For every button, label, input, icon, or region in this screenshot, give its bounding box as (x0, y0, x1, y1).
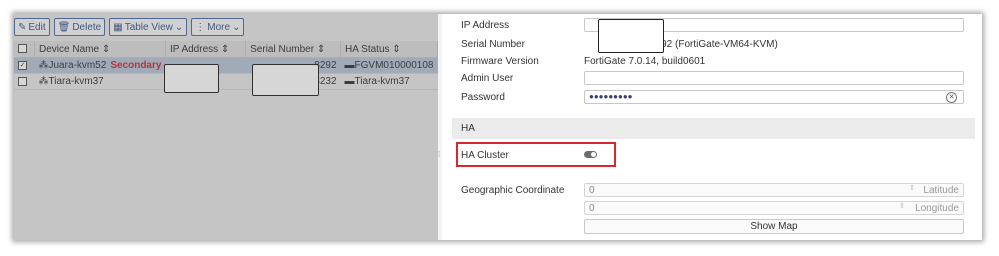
more-label: More (207, 21, 231, 33)
device-table: Device Name ⇕ IP Address ⇕ Serial Number… (14, 41, 438, 90)
cluster-icon: ⁂ (38, 60, 49, 71)
chevron-down-icon: ⌄ (174, 21, 184, 33)
firmware-version-value: FortiGate 7.0.14, build0601 (584, 56, 706, 67)
ha-status-cell: ▬Tiara-kvm37 (340, 73, 438, 90)
admin-user-label: Admin User (461, 73, 514, 84)
select-all-checkbox[interactable] (18, 44, 27, 54)
edit-label: Edit (28, 21, 46, 33)
password-label: Password (461, 92, 505, 103)
device-icon: ▬ (344, 60, 355, 71)
sort-icon: ⇕ (101, 43, 111, 55)
select-all-checkbox-cell[interactable] (14, 41, 35, 58)
app-window: ✎ Edit 🗑 Delete ▦ Table View ⌄ ⋮ More ⌄ (14, 14, 982, 240)
sort-icon: ⇕ (316, 43, 326, 55)
delete-label: Delete (72, 21, 102, 33)
ip-address-label: IP Address (461, 20, 510, 31)
trash-icon: 🗑 (57, 21, 71, 33)
serial-number-label: Serial Number (461, 39, 525, 50)
device-name-cell[interactable]: ⁂Juara-kvm52 Secondary (34, 57, 166, 74)
row-checkbox[interactable] (18, 76, 27, 86)
redaction-box (598, 19, 664, 53)
redaction-box (252, 64, 319, 96)
table-row[interactable]: ⁂Tiara-kvm37 8232 ▬Tiara-kvm37 (14, 73, 438, 90)
password-field[interactable]: ●●●●●●●●● ✕ (584, 90, 964, 104)
latitude-field[interactable]: 0 ⇕ Latitude (584, 183, 964, 197)
ha-cluster-toggle[interactable] (584, 151, 597, 158)
delete-button[interactable]: 🗑 Delete (53, 18, 106, 36)
more-vertical-icon: ⋮ (195, 21, 206, 33)
table-icon: ▦ (113, 21, 123, 33)
column-header-ip-address[interactable]: IP Address ⇕ (165, 41, 247, 58)
device-icon: ▬ (344, 76, 355, 87)
secondary-badge: Secondary (110, 60, 162, 71)
table-view-label: Table View (124, 21, 173, 33)
show-map-button[interactable]: Show Map (584, 219, 964, 234)
ha-status-cell: ▬FGVM010000108 (340, 57, 438, 74)
chevron-down-icon: ⌄ (232, 21, 241, 33)
geographic-coordinate-label: Geographic Coordinate (461, 185, 565, 196)
device-list-pane: ✎ Edit 🗑 Delete ▦ Table View ⌄ ⋮ More ⌄ (14, 14, 438, 240)
redaction-box (164, 64, 219, 93)
device-name-cell[interactable]: ⁂Tiara-kvm37 (34, 73, 166, 90)
table-view-button[interactable]: ▦ Table View ⌄ (109, 18, 188, 36)
sort-icon: ⇕ (392, 43, 401, 55)
column-header-serial-number[interactable]: Serial Number ⇕ (245, 41, 342, 58)
column-header-device-name[interactable]: Device Name ⇕ (34, 41, 166, 58)
edit-device-panel: IP Address Serial Number 8292 (FortiGate… (442, 14, 982, 240)
row-checkbox-cell[interactable] (14, 73, 35, 90)
admin-user-field[interactable] (584, 71, 964, 85)
more-button[interactable]: ⋮ More ⌄ (191, 18, 245, 36)
drag-handle-icon[interactable]: ⁞ (438, 150, 440, 159)
spinner-icon[interactable]: ⇕ (899, 202, 905, 210)
toolbar: ✎ Edit 🗑 Delete ▦ Table View ⌄ ⋮ More ⌄ (14, 18, 245, 36)
firmware-version-label: Firmware Version (461, 56, 539, 67)
clear-icon[interactable]: ✕ (946, 92, 957, 103)
serial-number-value: 8292 (FortiGate-VM64-KVM) (650, 39, 778, 50)
longitude-field[interactable]: 0 ⇕ Longitude (584, 201, 964, 215)
cluster-icon: ⁂ (38, 76, 49, 87)
ha-section-header: HA (452, 118, 975, 139)
spinner-icon[interactable]: ⇕ (909, 184, 915, 192)
row-checkbox[interactable]: ✓ (18, 60, 27, 70)
sort-icon: ⇕ (220, 43, 230, 55)
edit-icon: ✎ (18, 21, 27, 33)
table-row[interactable]: ✓ ⁂Juara-kvm52 Secondary 8292 ▬FGVM010000… (14, 57, 438, 74)
column-header-ha-status[interactable]: HA Status ⇕ (340, 41, 438, 58)
row-checkbox-cell[interactable]: ✓ (14, 57, 35, 74)
ha-cluster-label: HA Cluster (461, 150, 509, 161)
edit-button[interactable]: ✎ Edit (14, 18, 50, 36)
table-header-row: Device Name ⇕ IP Address ⇕ Serial Number… (14, 41, 438, 58)
